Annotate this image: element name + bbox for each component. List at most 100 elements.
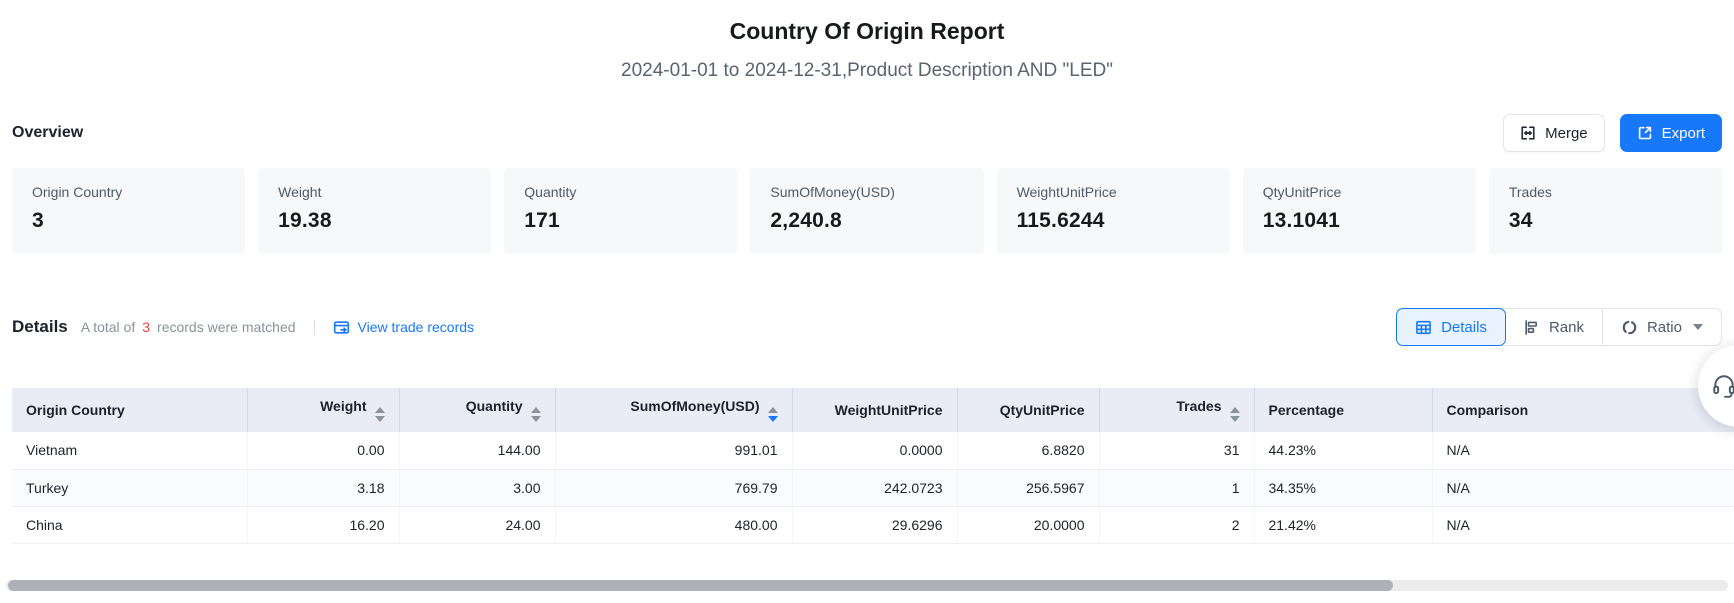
- column-header-trades[interactable]: Trades: [1099, 388, 1254, 432]
- stat-value: 2,240.8: [770, 209, 963, 233]
- cell-quantity: 144.00: [399, 432, 555, 469]
- tab-ratio[interactable]: Ratio: [1603, 309, 1721, 345]
- stat-value: 34: [1509, 209, 1702, 233]
- stat-card-qty-unit-price: QtyUnitPrice 13.1041: [1243, 168, 1476, 254]
- merge-cells-icon: [1520, 125, 1536, 141]
- export-button-label: Export: [1662, 125, 1705, 142]
- column-label: Weight: [320, 398, 366, 414]
- column-label: Percentage: [1269, 402, 1344, 418]
- cell-weight-unit-price: 0.0000: [792, 432, 957, 469]
- cell-weight-unit-price: 29.6296: [792, 506, 957, 543]
- vertical-divider: [314, 320, 315, 335]
- chevron-down-icon: [1693, 324, 1703, 330]
- toolbar-buttons: Merge Export: [1503, 114, 1722, 152]
- cell-weight: 3.18: [247, 469, 399, 506]
- stat-card-quantity: Quantity 171: [504, 168, 737, 254]
- stat-card-trades: Trades 34: [1489, 168, 1722, 254]
- view-trade-records-link[interactable]: View trade records: [333, 319, 474, 336]
- stat-value: 19.38: [278, 209, 471, 233]
- sort-icon[interactable]: [531, 407, 541, 422]
- table-grid-icon: [1415, 319, 1432, 336]
- stat-label: SumOfMoney(USD): [770, 184, 963, 200]
- horizontal-scrollbar-thumb[interactable]: [8, 580, 1393, 591]
- tab-rank-label: Rank: [1549, 319, 1584, 336]
- merge-button[interactable]: Merge: [1503, 114, 1605, 152]
- cell-qty-unit-price: 256.5967: [957, 469, 1099, 506]
- column-label: WeightUnitPrice: [835, 402, 943, 418]
- cell-sum-of-money: 991.01: [555, 432, 792, 469]
- page-title: Country Of Origin Report: [0, 18, 1734, 45]
- tab-rank[interactable]: Rank: [1505, 309, 1602, 345]
- records-matched-count: 3: [142, 319, 150, 335]
- export-button[interactable]: Export: [1620, 114, 1722, 152]
- view-trade-records-label: View trade records: [358, 319, 474, 335]
- cell-origin-country: Vietnam: [12, 432, 247, 469]
- overview-toolbar: Overview Merge Export: [12, 114, 1722, 152]
- stat-card-origin-country: Origin Country 3: [12, 168, 245, 254]
- trade-records-icon: [333, 319, 350, 336]
- cell-weight-unit-price: 242.0723: [792, 469, 957, 506]
- cell-quantity: 24.00: [399, 506, 555, 543]
- tab-details-label: Details: [1441, 319, 1487, 336]
- ratio-donut-icon: [1621, 319, 1638, 336]
- stat-value: 13.1041: [1263, 209, 1456, 233]
- cell-quantity: 3.00: [399, 469, 555, 506]
- origin-country-table: Origin Country Weight Quantity SumOfMone…: [12, 388, 1734, 544]
- cell-qty-unit-price: 6.8820: [957, 432, 1099, 469]
- table-row-vietnam[interactable]: Vietnam 0.00 144.00 991.01 0.0000 6.8820…: [12, 432, 1734, 469]
- records-matched-prefix: A total of: [81, 319, 135, 335]
- column-header-weight-unit-price: WeightUnitPrice: [792, 388, 957, 432]
- cell-percentage: 44.23%: [1254, 432, 1432, 469]
- table-row-turkey[interactable]: Turkey 3.18 3.00 769.79 242.0723 256.596…: [12, 469, 1734, 506]
- column-header-comparison: Comparison: [1432, 388, 1734, 432]
- stat-label: Origin Country: [32, 184, 225, 200]
- horizontal-scrollbar-track[interactable]: [6, 580, 1728, 591]
- column-label: Origin Country: [26, 402, 125, 418]
- column-header-percentage: Percentage: [1254, 388, 1432, 432]
- tab-ratio-label: Ratio: [1647, 319, 1682, 336]
- column-header-weight[interactable]: Weight: [247, 388, 399, 432]
- view-mode-tabs: Details Rank Ratio: [1396, 308, 1722, 346]
- column-header-origin-country: Origin Country: [12, 388, 247, 432]
- records-matched-suffix: records were matched: [157, 319, 296, 335]
- cell-comparison: N/A: [1432, 469, 1734, 506]
- cell-qty-unit-price: 20.0000: [957, 506, 1099, 543]
- overview-cards: Origin Country 3 Weight 19.38 Quantity 1…: [12, 168, 1722, 254]
- column-header-sum-of-money[interactable]: SumOfMoney(USD): [555, 388, 792, 432]
- cell-trades: 2: [1099, 506, 1254, 543]
- stat-card-weight-unit-price: WeightUnitPrice 115.6244: [997, 168, 1230, 254]
- column-label: Trades: [1176, 398, 1221, 414]
- export-icon: [1637, 125, 1653, 141]
- sort-icon-active-desc[interactable]: [768, 407, 778, 422]
- stat-value: 115.6244: [1017, 209, 1210, 233]
- merge-button-label: Merge: [1545, 125, 1588, 142]
- cell-trades: 31: [1099, 432, 1254, 469]
- cell-percentage: 34.35%: [1254, 469, 1432, 506]
- stat-value: 3: [32, 209, 225, 233]
- cell-weight: 16.20: [247, 506, 399, 543]
- cell-weight: 0.00: [247, 432, 399, 469]
- page-subtitle: 2024-01-01 to 2024-12-31,Product Descrip…: [0, 60, 1734, 82]
- table-row-china[interactable]: China 16.20 24.00 480.00 29.6296 20.0000…: [12, 506, 1734, 543]
- stat-label: Trades: [1509, 184, 1702, 200]
- stat-label: WeightUnitPrice: [1017, 184, 1210, 200]
- rank-bars-icon: [1523, 319, 1540, 336]
- stat-label: Weight: [278, 184, 471, 200]
- cell-origin-country: China: [12, 506, 247, 543]
- tab-details[interactable]: Details: [1396, 308, 1506, 346]
- table-header-row: Origin Country Weight Quantity SumOfMone…: [12, 388, 1734, 432]
- stat-card-sum-of-money: SumOfMoney(USD) 2,240.8: [750, 168, 983, 254]
- stat-value: 171: [524, 209, 717, 233]
- stat-card-weight: Weight 19.38: [258, 168, 491, 254]
- sort-icon[interactable]: [375, 407, 385, 422]
- column-label: Quantity: [466, 398, 523, 414]
- column-label: SumOfMoney(USD): [630, 398, 759, 414]
- cell-comparison: N/A: [1432, 432, 1734, 469]
- details-bar: Details A total of 3 records were matche…: [12, 308, 1722, 346]
- overview-heading: Overview: [12, 124, 83, 142]
- column-label: QtyUnitPrice: [1000, 402, 1085, 418]
- cell-trades: 1: [1099, 469, 1254, 506]
- details-heading: Details: [12, 317, 68, 337]
- column-header-quantity[interactable]: Quantity: [399, 388, 555, 432]
- sort-icon[interactable]: [1230, 407, 1240, 422]
